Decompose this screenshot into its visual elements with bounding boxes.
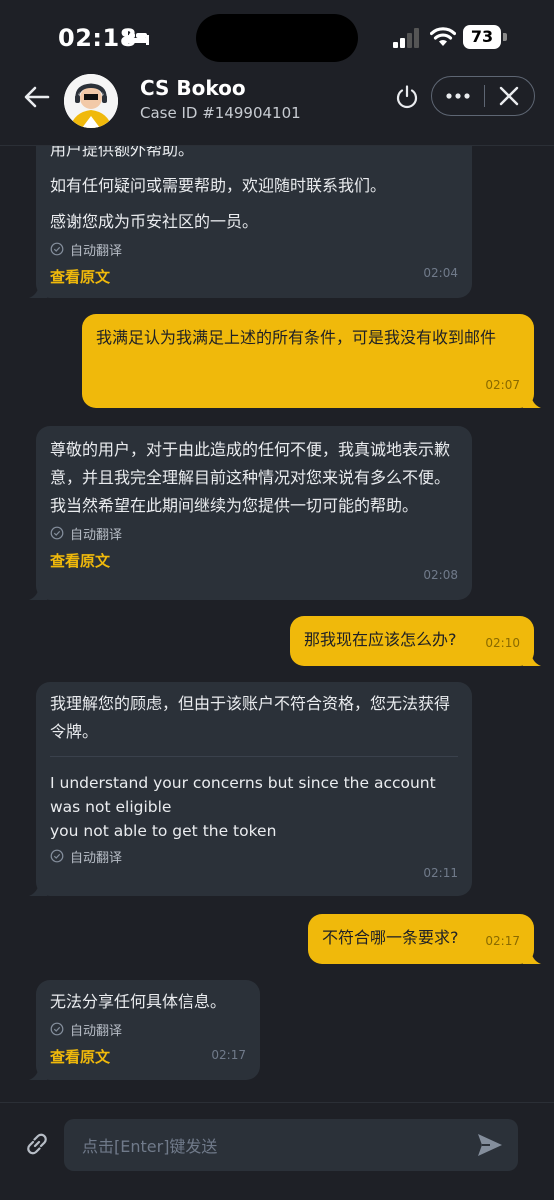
- message-time: 02:17: [485, 934, 520, 948]
- bubble-tail: [523, 948, 541, 964]
- message-time: 02:17: [211, 1048, 246, 1062]
- bubble-tail: [29, 880, 47, 896]
- status-bar: 02:18 73: [0, 0, 554, 70]
- battery-level: 73: [470, 27, 494, 46]
- view-original-link[interactable]: 查看原文: [50, 550, 458, 571]
- power-icon[interactable]: [394, 84, 420, 110]
- wifi-icon: [430, 27, 456, 46]
- outgoing-message[interactable]: 不符合哪一条要求? 02:17: [308, 914, 541, 964]
- outgoing-message[interactable]: 我满足认为我满足上述的所有条件，可是我没有收到邮件 02:07: [82, 314, 541, 408]
- back-arrow-icon[interactable]: [22, 82, 52, 112]
- original-text: I understand your concerns but since the…: [50, 774, 436, 840]
- header-action-pill: [431, 76, 535, 116]
- message-time: 02:07: [485, 378, 520, 392]
- bubble-tail: [523, 392, 541, 408]
- incoming-message[interactable]: 无法分享任何具体信息。 自动翻译 查看原文 02:17: [29, 980, 260, 1080]
- bubble-tail: [523, 650, 541, 666]
- signal-icon: [393, 28, 419, 48]
- case-id: Case ID #149904101: [140, 104, 301, 122]
- message-time: 02:10: [485, 636, 520, 650]
- incoming-message[interactable]: 尊敬的用户，对于由此造成的任何不便，我真诚地表示歉意，并且我完全理解目前这种情况…: [29, 426, 472, 600]
- message-time: 02:04: [423, 266, 458, 280]
- auto-translate-label: 自动翻译: [50, 238, 458, 260]
- attach-link-icon[interactable]: [22, 1129, 52, 1159]
- view-original-link[interactable]: 查看原文: [50, 266, 458, 287]
- bed-icon: [125, 29, 149, 45]
- message-text: 无法分享任何具体信息。: [50, 992, 227, 1011]
- bubble-tail: [29, 282, 47, 298]
- dynamic-island: [196, 14, 358, 62]
- more-icon[interactable]: [444, 87, 472, 105]
- check-circle-icon: [50, 242, 64, 256]
- check-circle-icon: [50, 849, 64, 863]
- agent-avatar: [64, 74, 118, 128]
- message-text: 我满足认为我满足上述的所有条件，可是我没有收到邮件: [96, 328, 497, 347]
- message-time: 02:08: [423, 568, 458, 582]
- chat-header: CS Bokoo Case ID #149904101: [0, 70, 554, 146]
- outgoing-message[interactable]: 那我现在应该怎么办? 02:10: [290, 616, 541, 666]
- bubble-tail: [29, 584, 47, 600]
- auto-translate-label: 自动翻译: [50, 522, 458, 544]
- message-line: 感谢您成为币安社区的一员。: [50, 212, 259, 231]
- battery-indicator: 73: [463, 25, 507, 49]
- message-line: 如有任何疑问或需要帮助，欢迎随时联系我们。: [50, 176, 387, 195]
- incoming-message[interactable]: 我理解您的顾虑，但由于该账户不符合资格，您无法获得令牌。 I understan…: [29, 682, 472, 896]
- message-input[interactable]: 点击[Enter]键发送: [64, 1119, 518, 1171]
- message-line: 用户提供额外帮助。: [50, 146, 195, 159]
- check-circle-icon: [50, 526, 64, 540]
- incoming-message[interactable]: 用户提供额外帮助。 如有任何疑问或需要帮助，欢迎随时联系我们。 感谢您成为币安社…: [29, 146, 472, 298]
- close-icon[interactable]: [498, 85, 520, 107]
- agent-name: CS Bokoo: [140, 76, 246, 100]
- translation-divider: [50, 756, 458, 757]
- message-text: 我理解您的顾虑，但由于该账户不符合资格，您无法获得令牌。: [50, 694, 451, 741]
- send-icon[interactable]: [476, 1132, 504, 1158]
- check-circle-icon: [50, 1022, 64, 1036]
- message-text: 尊敬的用户，对于由此造成的任何不便，我真诚地表示歉意，并且我完全理解目前这种情况…: [50, 440, 451, 515]
- message-time: 02:11: [423, 866, 458, 880]
- bubble-tail: [29, 1064, 47, 1080]
- auto-translate-label: 自动翻译: [50, 1018, 246, 1040]
- pill-divider: [484, 85, 485, 107]
- message-input-placeholder: 点击[Enter]键发送: [82, 1137, 218, 1156]
- message-input-bar: 点击[Enter]键发送: [0, 1102, 554, 1200]
- chat-message-list[interactable]: 用户提供额外帮助。 如有任何疑问或需要帮助，欢迎随时联系我们。 感谢您成为币安社…: [0, 146, 554, 1102]
- auto-translate-label: 自动翻译: [50, 845, 458, 867]
